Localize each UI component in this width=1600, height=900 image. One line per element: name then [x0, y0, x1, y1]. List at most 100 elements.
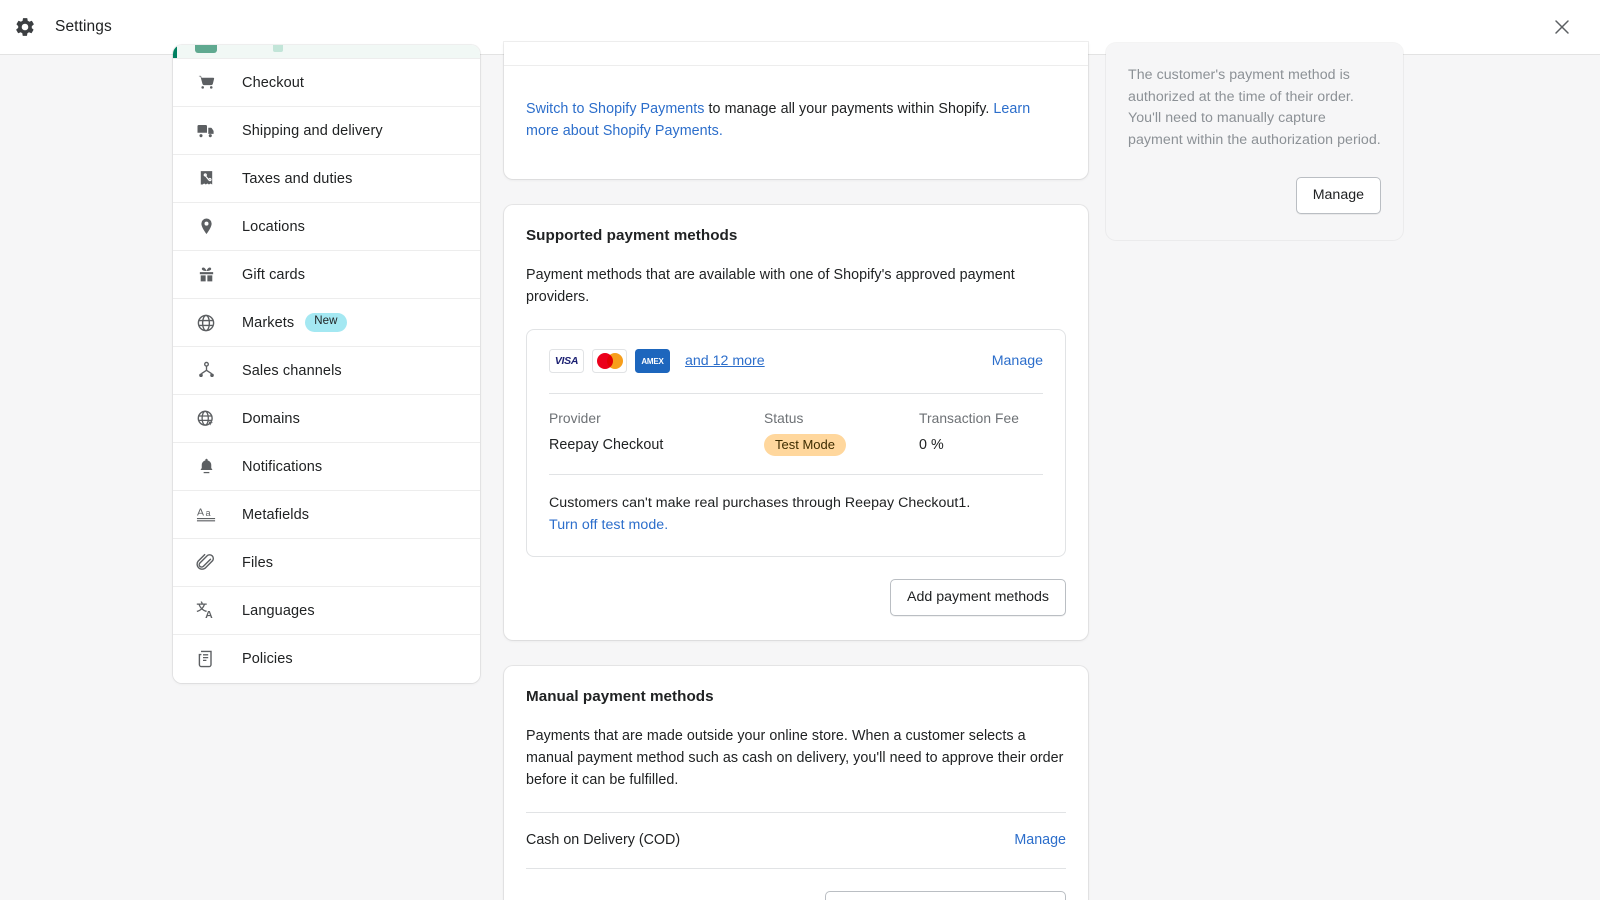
turn-off-test-mode-link[interactable]: Turn off test mode. — [549, 517, 668, 533]
add-manual-payment-method-button[interactable]: Add manual payment method — [825, 891, 1066, 900]
bell-icon — [195, 456, 217, 478]
sidebar-item-label: Domains — [242, 411, 300, 427]
svg-text:A: A — [196, 506, 203, 518]
sidebar-item-label: Shipping and delivery — [242, 123, 383, 139]
sidebar-item-locations[interactable]: Locations — [173, 203, 480, 251]
selection-indicator — [173, 45, 177, 59]
status-badge: New — [305, 313, 346, 332]
content-area: Checkout Shipping and delivery Taxe — [0, 55, 1600, 900]
banner-text: Switch to Shopify Payments to manage all… — [526, 98, 1066, 142]
manual-payment-methods-card: Manual payment methods Payments that are… — [504, 666, 1088, 900]
settings-window: Settings Checkout — [0, 0, 1600, 900]
add-manual-payment-method-row: Add manual payment method — [526, 891, 1066, 900]
sidebar-item-notifications[interactable]: Notifications — [173, 443, 480, 491]
page-title: Settings — [55, 18, 112, 36]
sidebar-item-label: Files — [242, 555, 273, 571]
cell-transaction-fee: 0 % — [919, 437, 944, 453]
cell-provider: Reepay Checkout — [549, 437, 764, 453]
sidebar-item-metafields[interactable]: A a Metafields — [173, 491, 480, 539]
partial-label — [273, 45, 283, 52]
banner-body: Switch to Shopify Payments to manage all… — [504, 66, 1088, 179]
provider-table-header: Provider Status Transaction Fee — [549, 394, 1043, 426]
manage-authorization-label: Manage — [1313, 187, 1364, 203]
divider — [526, 868, 1066, 869]
truck-icon — [195, 120, 217, 142]
test-mode-note-text: Customers can't make real purchases thro… — [549, 492, 1043, 514]
sidebar-item-checkout[interactable]: Checkout — [173, 59, 480, 107]
banner-middle-text: to manage all your payments within Shopi… — [705, 101, 994, 117]
switch-to-shopify-payments-link[interactable]: Switch to Shopify Payments — [526, 101, 705, 117]
sidebar-item-label: Metafields — [242, 507, 309, 523]
sidebar-item-label: Taxes and duties — [242, 171, 352, 187]
svg-text:a: a — [205, 508, 211, 518]
text-aa-icon: A a — [195, 504, 217, 526]
supported-payment-methods-title: Supported payment methods — [526, 227, 1066, 244]
cell-status: Test Mode — [764, 434, 919, 456]
sidebar-item-policies[interactable]: Policies — [173, 635, 480, 683]
banner-top-strip — [504, 42, 1088, 66]
gear-icon — [14, 16, 36, 38]
visa-label: VISA — [555, 355, 578, 367]
main-column: Switch to Shopify Payments to manage all… — [504, 55, 1088, 900]
shopify-payments-banner-card: Switch to Shopify Payments to manage all… — [504, 42, 1088, 179]
status-badge: Test Mode — [764, 434, 846, 456]
list-item: Cash on Delivery (COD) Manage — [526, 813, 1066, 868]
gift-icon — [195, 264, 217, 286]
location-pin-icon — [195, 216, 217, 238]
authorization-info-text: The customer's payment method is authori… — [1128, 57, 1381, 151]
manage-supported-methods-link[interactable]: Manage — [992, 353, 1043, 369]
sidebar-item-label: Checkout — [242, 75, 304, 91]
sidebar-item-label: Notifications — [242, 459, 322, 475]
column-header-provider: Provider — [549, 411, 764, 426]
sidebar-item-label: Sales channels — [242, 363, 342, 379]
close-icon[interactable] — [1549, 14, 1575, 40]
partial-icon — [195, 45, 217, 53]
sidebar-item-label: Gift cards — [242, 267, 305, 283]
sidebar-item-label: Markets — [242, 315, 294, 331]
paperclip-icon — [195, 552, 217, 574]
manual-method-label: Cash on Delivery (COD) — [526, 832, 680, 848]
supported-payment-methods-card: Supported payment methods Payment method… — [504, 205, 1088, 640]
globe-arrow-icon — [195, 408, 217, 430]
and-more-link[interactable]: and 12 more — [685, 353, 765, 369]
add-payment-methods-button[interactable]: Add payment methods — [890, 579, 1066, 616]
authorization-info-panel: The customer's payment method is authori… — [1106, 43, 1403, 240]
manage-cod-link[interactable]: Manage — [1014, 832, 1066, 848]
manual-payment-methods-description: Payments that are made outside your onli… — [526, 725, 1066, 791]
manual-payment-methods-title: Manual payment methods — [526, 688, 1066, 705]
translate-icon: 文 A — [195, 600, 217, 622]
globe-icon — [195, 312, 217, 334]
settings-sidebar: Checkout Shipping and delivery Taxe — [173, 45, 480, 683]
scroll-document-icon — [195, 648, 217, 670]
sidebar-item-label: Policies — [242, 651, 293, 667]
card-brand-icons: VISA AMEX — [549, 349, 670, 373]
shopping-cart-icon — [195, 72, 217, 94]
sidebar-item-sales-channels[interactable]: Sales channels — [173, 347, 480, 395]
sidebar-item-files[interactable]: Files — [173, 539, 480, 587]
svg-text:A: A — [205, 609, 213, 621]
add-payment-methods-label: Add payment methods — [907, 589, 1049, 605]
table-row: Reepay Checkout Test Mode 0 % — [549, 426, 1043, 474]
sidebar-item-markets[interactable]: Markets New — [173, 299, 480, 347]
test-mode-note: Customers can't make real purchases thro… — [549, 475, 1043, 556]
sidebar-item-shipping-and-delivery[interactable]: Shipping and delivery — [173, 107, 480, 155]
sidebar-item-gift-cards[interactable]: Gift cards — [173, 251, 480, 299]
column-header-status: Status — [764, 411, 919, 426]
column-header-transaction-fee: Transaction Fee — [919, 411, 1019, 426]
manage-authorization-button[interactable]: Manage — [1296, 177, 1381, 214]
amex-card-icon: AMEX — [635, 349, 670, 373]
visa-card-icon: VISA — [549, 349, 584, 373]
sidebar-item-domains[interactable]: Domains — [173, 395, 480, 443]
sidebar-item-label: Locations — [242, 219, 305, 235]
provider-box: VISA AMEX — [526, 329, 1066, 557]
provider-brands-row: VISA AMEX — [549, 330, 1043, 393]
channels-icon — [195, 360, 217, 382]
sidebar-item-selected-partial[interactable] — [173, 45, 480, 59]
sidebar-item-label: Languages — [242, 603, 315, 619]
sidebar-item-languages[interactable]: 文 A Languages — [173, 587, 480, 635]
amex-label: AMEX — [639, 356, 665, 367]
mastercard-card-icon — [592, 349, 627, 373]
add-payment-methods-row: Add payment methods — [526, 579, 1066, 616]
percent-receipt-icon — [195, 168, 217, 190]
sidebar-item-taxes-and-duties[interactable]: Taxes and duties — [173, 155, 480, 203]
